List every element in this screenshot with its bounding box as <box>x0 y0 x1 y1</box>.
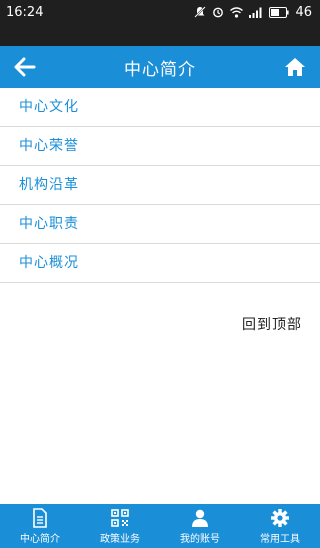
alarm-icon <box>213 7 224 18</box>
battery-level: 46 <box>295 4 312 20</box>
menu-list: 中心文化 中心荣誉 机构沿革 中心职责 中心概况 <box>0 88 320 283</box>
wifi-icon <box>230 6 244 18</box>
menu-item-overview[interactable]: 中心概况 <box>0 244 320 283</box>
battery-icon <box>269 6 290 18</box>
status-time: 16:24 <box>6 4 44 20</box>
bell-off-icon <box>194 6 207 18</box>
menu-item-honors[interactable]: 中心荣誉 <box>0 127 320 166</box>
tab-label: 中心简介 <box>20 533 60 545</box>
back-to-top-link[interactable]: 回到顶部 <box>242 314 302 334</box>
tab-center-intro[interactable]: 中心简介 <box>0 504 80 548</box>
qrcode-icon <box>111 508 129 527</box>
tab-my-account[interactable]: 我的账号 <box>160 504 240 548</box>
title-strip <box>0 24 320 46</box>
status-icons: 46 <box>194 5 312 20</box>
tab-policy[interactable]: 政策业务 <box>80 504 160 548</box>
menu-item-duties[interactable]: 中心职责 <box>0 205 320 244</box>
tab-label: 我的账号 <box>180 533 220 545</box>
page-title: 中心简介 <box>124 59 196 80</box>
arrow-left-icon[interactable] <box>14 57 36 77</box>
home-icon[interactable] <box>284 56 306 78</box>
gear-icon <box>271 508 289 527</box>
menu-item-culture[interactable]: 中心文化 <box>0 88 320 127</box>
tab-tools[interactable]: 常用工具 <box>240 504 320 548</box>
app-header: 中心简介 <box>0 46 320 88</box>
tab-label: 政策业务 <box>100 533 140 545</box>
document-icon <box>33 507 47 528</box>
bottom-tab-bar: 中心简介 政策业务 我的账号 常用工具 <box>0 504 320 548</box>
menu-item-history[interactable]: 机构沿革 <box>0 166 320 205</box>
user-icon <box>192 509 208 527</box>
status-bar: 16:24 46 <box>0 0 320 24</box>
tab-label: 常用工具 <box>260 533 300 545</box>
signal-icon <box>249 7 262 18</box>
